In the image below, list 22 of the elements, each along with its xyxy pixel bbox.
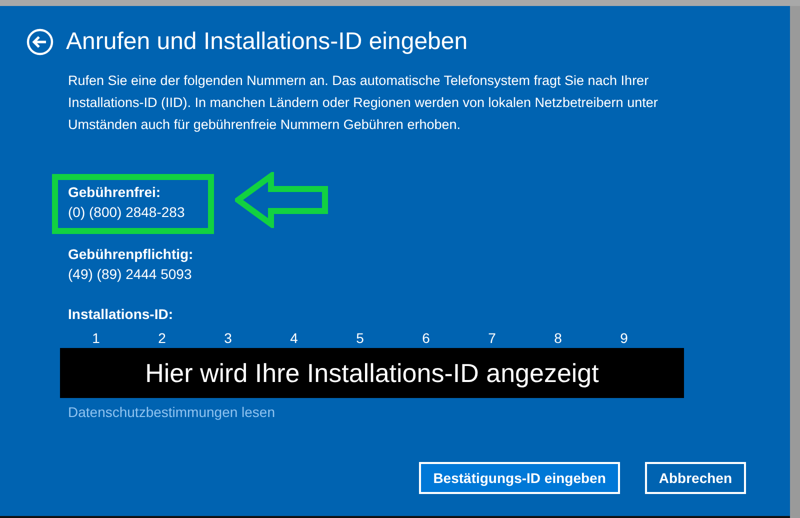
back-icon[interactable]: [26, 28, 54, 56]
arrow-icon: [235, 172, 331, 228]
group-number: 2: [157, 330, 167, 346]
group-number: 1: [91, 330, 101, 346]
group-number: 7: [487, 330, 497, 346]
window-title: Anrufen und Installations-ID eingeben: [66, 28, 468, 56]
id-label: Installations-ID:: [68, 306, 174, 322]
phone-label: Gebührenfrei:: [68, 183, 162, 202]
id-overlay: Hier wird Ihre Installations-ID angezeigt: [60, 348, 684, 398]
group-number: 9: [619, 330, 629, 346]
intro-text: Rufen Sie eine der folgenden Nummern an. Das automatische Telefonsystem fragt Sie nach Ihrer Installations-ID (IID). In manchen Ländern oder Regionen werden von lokalen Netzbetreibern unter Umständen auch für gebührenfreie Nummern Gebühren erhoben.: [68, 72, 659, 134]
group-number: 6: [421, 330, 431, 346]
phone-number: (0) (800) 2848-283: [68, 203, 186, 222]
phone-label: Gebührenpflichtig:: [68, 245, 194, 264]
group-number: 5: [355, 330, 365, 346]
confirm-button[interactable]: Bestätigungs-ID eingeben: [419, 462, 620, 494]
cancel-button[interactable]: Abbrechen: [644, 462, 746, 494]
group-number: 8: [553, 330, 563, 346]
privacy-link[interactable]: Datenschutzbestimmungen lesen: [68, 404, 276, 420]
group-number: 4: [289, 330, 299, 346]
phone-number: (49) (89) 2444 5093: [68, 265, 193, 284]
group-number: 3: [223, 330, 233, 346]
